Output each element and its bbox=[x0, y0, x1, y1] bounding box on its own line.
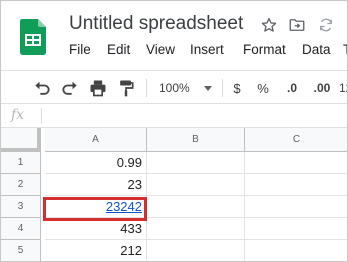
menu-data[interactable]: Data bbox=[302, 42, 331, 57]
column-header-c[interactable]: C bbox=[245, 128, 347, 152]
row-header[interactable]: 3 bbox=[1, 196, 41, 218]
cell-b[interactable] bbox=[147, 196, 245, 218]
cell-b[interactable] bbox=[147, 218, 245, 240]
column-header-a[interactable]: A bbox=[45, 128, 147, 152]
currency-format-button[interactable]: $ bbox=[229, 78, 245, 98]
cell-c[interactable] bbox=[245, 152, 347, 174]
column-header-b[interactable]: B bbox=[147, 128, 245, 152]
menu-format[interactable]: Format bbox=[243, 42, 286, 57]
sync-status-icon[interactable] bbox=[317, 16, 335, 34]
cell-a[interactable]: 433 bbox=[45, 218, 147, 240]
menu-view[interactable]: View bbox=[146, 42, 175, 57]
select-all-corner[interactable] bbox=[1, 128, 41, 152]
sheet-grid: A B C 1 0.99 2 23 3 23242 4 433 5 212 bbox=[1, 128, 347, 261]
zoom-value: 100% bbox=[159, 81, 190, 95]
formula-input[interactable] bbox=[47, 108, 345, 124]
chevron-down-icon bbox=[203, 85, 212, 91]
increase-decimal-button[interactable]: .00 bbox=[308, 78, 336, 98]
cell-a[interactable]: 0.99 bbox=[45, 152, 147, 174]
redo-icon[interactable] bbox=[59, 78, 81, 98]
row-header[interactable]: 2 bbox=[1, 174, 41, 196]
formula-bar: fx bbox=[1, 104, 347, 128]
move-to-folder-icon[interactable] bbox=[288, 16, 306, 34]
increase-decimal-label: .00 bbox=[313, 81, 331, 95]
cell-b[interactable] bbox=[147, 174, 245, 196]
paint-format-icon[interactable] bbox=[115, 78, 137, 98]
print-icon[interactable] bbox=[87, 78, 109, 98]
zoom-select[interactable]: 100% bbox=[153, 78, 213, 98]
decrease-decimal-label: .0 bbox=[286, 81, 297, 95]
percent-format-button[interactable]: % bbox=[255, 78, 271, 98]
menu-insert[interactable]: Insert bbox=[190, 42, 224, 57]
toolbar-divider bbox=[146, 79, 147, 97]
more-formats-button[interactable]: 12 bbox=[339, 78, 347, 98]
cell-a-link[interactable]: 23242 bbox=[45, 196, 147, 218]
cell-c[interactable] bbox=[245, 174, 347, 196]
app-window: Untitled spreadsheet File Edit View Inse… bbox=[0, 0, 348, 262]
row-header[interactable]: 4 bbox=[1, 218, 41, 240]
toolbar-divider bbox=[222, 79, 223, 97]
decrease-decimal-button[interactable]: .0 bbox=[280, 78, 304, 98]
row-header[interactable]: 5 bbox=[1, 240, 41, 261]
menu-tools[interactable]: T bbox=[343, 42, 347, 57]
row-header[interactable]: 1 bbox=[1, 152, 41, 174]
cell-b[interactable] bbox=[147, 240, 245, 261]
cell-a[interactable]: 23 bbox=[45, 174, 147, 196]
menu-file[interactable]: File bbox=[69, 42, 91, 57]
document-title[interactable]: Untitled spreadsheet bbox=[69, 13, 243, 35]
fx-icon: fx bbox=[11, 107, 25, 123]
menu-edit[interactable]: Edit bbox=[107, 42, 130, 57]
undo-icon[interactable] bbox=[31, 78, 53, 98]
cell-c[interactable] bbox=[245, 218, 347, 240]
cell-a[interactable]: 212 bbox=[45, 240, 147, 261]
cell-b[interactable] bbox=[147, 152, 245, 174]
sheets-logo-icon[interactable] bbox=[20, 19, 46, 55]
formula-bar-divider bbox=[41, 108, 42, 124]
cell-c[interactable] bbox=[245, 196, 347, 218]
cell-c[interactable] bbox=[245, 240, 347, 261]
star-icon[interactable] bbox=[260, 16, 278, 34]
toolbar: 100% $ % .0 .00 12 bbox=[1, 70, 347, 104]
